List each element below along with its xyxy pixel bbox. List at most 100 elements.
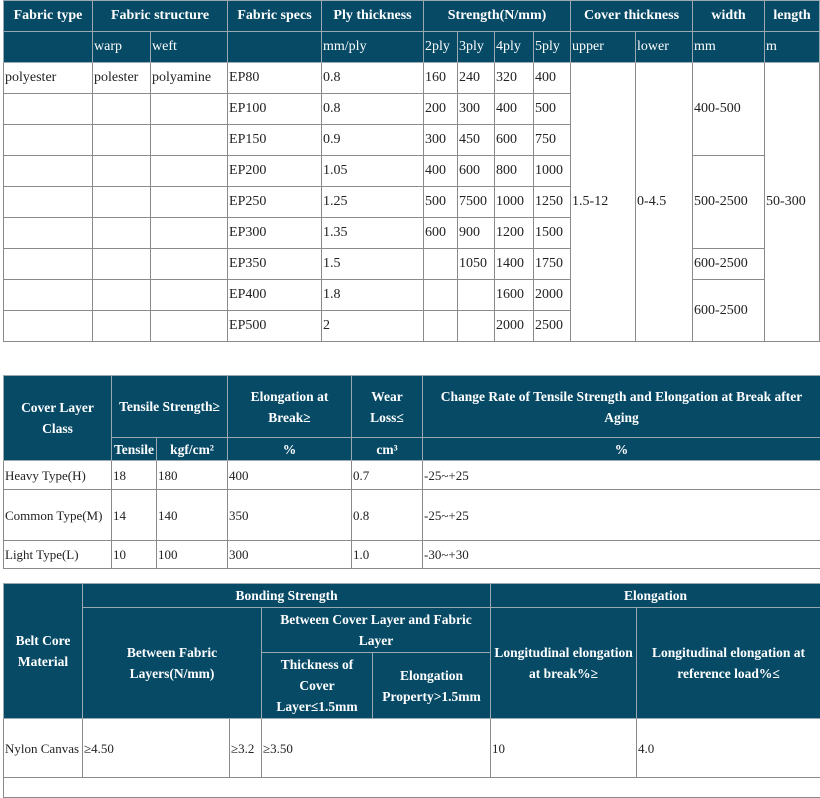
- class-cell: Heavy Type(H): [4, 461, 112, 490]
- subheader-m: m: [765, 32, 820, 63]
- empty-cell: [4, 778, 820, 798]
- strength-cell: 400: [495, 94, 534, 125]
- subheader-percent: %: [228, 438, 352, 461]
- header-tensile-strength: Tensile Strength≥: [112, 376, 228, 438]
- weft-cell: [151, 187, 228, 218]
- fabric-type-cell: [4, 125, 93, 156]
- ply-thickness-cell: 1.25: [322, 187, 424, 218]
- table-row: Nylon Canvas≥4.50≥3.2≥3.50104.0: [4, 719, 820, 778]
- width-cell: 600-2500: [693, 249, 765, 280]
- strength-cell: 800: [495, 156, 534, 187]
- bonding-strength-table: Belt Core Material Bonding Strength Elon…: [3, 583, 820, 798]
- subheader-empty: [228, 32, 322, 63]
- strength-cell: 240: [458, 63, 495, 94]
- strength-cell: 1000: [495, 187, 534, 218]
- table-row: EP2001.054006008001000500-2500: [4, 156, 820, 187]
- tensile-cell: 10: [112, 541, 157, 569]
- fabric-spec-cell: EP500: [228, 311, 322, 342]
- tensile-cell: 18: [112, 461, 157, 490]
- header-fabric-structure: Fabric structure: [93, 1, 228, 32]
- strength-cell: 1600: [495, 280, 534, 311]
- header-ply-thickness: Ply thickness: [322, 1, 424, 32]
- reference-elongation-cell: 4.0: [637, 719, 820, 778]
- fabric-type-cell: [4, 187, 93, 218]
- strength-cell: 450: [458, 125, 495, 156]
- subheader-cm3: cm³: [352, 438, 423, 461]
- weft-cell: [151, 125, 228, 156]
- subheader-2ply: 2ply: [424, 32, 458, 63]
- fabric-spec-cell: EP400: [228, 280, 322, 311]
- strength-cell: [424, 280, 458, 311]
- fabric-type-cell: [4, 280, 93, 311]
- width-cell: 500-2500: [693, 156, 765, 249]
- strength-cell: 160: [424, 63, 458, 94]
- fabric-type-cell: [4, 249, 93, 280]
- strength-cell: 1200: [495, 218, 534, 249]
- kgf-cell: 100: [157, 541, 228, 569]
- header-elongation-property: Elongation Property>1.5mm: [373, 653, 491, 719]
- ply-thickness-cell: 1.35: [322, 218, 424, 249]
- strength-cell: 500: [534, 94, 571, 125]
- strength-cell: 320: [495, 63, 534, 94]
- header-elongation: Elongation: [491, 584, 820, 608]
- fabric-spec-cell: EP150: [228, 125, 322, 156]
- ply-thickness-cell: 2: [322, 311, 424, 342]
- header-strength: Strength(N/mm): [424, 1, 571, 32]
- strength-cell: 7500: [458, 187, 495, 218]
- subheader-mm-ply: mm/ply: [322, 32, 424, 63]
- between-fabric-cell-2: ≥3.2: [230, 719, 262, 778]
- header-width: width: [693, 1, 765, 32]
- wear-loss-cell: 1.0: [352, 541, 423, 569]
- strength-cell: 600: [424, 218, 458, 249]
- class-cell: Light Type(L): [4, 541, 112, 569]
- strength-cell: 300: [424, 125, 458, 156]
- cover-lower-cell: 0-4.5: [636, 63, 693, 342]
- warp-cell: [93, 156, 151, 187]
- fabric-type-cell: [4, 94, 93, 125]
- strength-cell: 500: [424, 187, 458, 218]
- table-row: EP4001.816002000600-2500: [4, 280, 820, 311]
- ply-thickness-cell: 0.9: [322, 125, 424, 156]
- header-longitudinal-reference: Longitudinal elongation at reference loa…: [637, 608, 820, 719]
- fabric-type-cell: [4, 218, 93, 249]
- subheader-lower: lower: [636, 32, 693, 63]
- strength-cell: 900: [458, 218, 495, 249]
- subheader-kgf: kgf/cm²: [157, 438, 228, 461]
- tensile-cell: 14: [112, 490, 157, 541]
- weft-cell: [151, 280, 228, 311]
- header-cover-thickness: Cover thickness: [571, 1, 693, 32]
- warp-cell: [93, 311, 151, 342]
- strength-cell: 1000: [534, 156, 571, 187]
- header-wear-loss: Wear Loss≤: [352, 376, 423, 438]
- break-elongation-cell: 10: [491, 719, 637, 778]
- length-cell: 50-300: [765, 63, 820, 342]
- wear-loss-cell: 0.8: [352, 490, 423, 541]
- subheader-3ply: 3ply: [458, 32, 495, 63]
- strength-cell: [424, 249, 458, 280]
- table-row: Light Type(L)101003001.0-30~+30: [4, 541, 820, 569]
- fabric-type-cell: [4, 156, 93, 187]
- cover-upper-cell: 1.5-12: [571, 63, 636, 342]
- ply-thickness-cell: 1.05: [322, 156, 424, 187]
- ply-thickness-cell: 0.8: [322, 63, 424, 94]
- strength-cell: 2000: [534, 280, 571, 311]
- warp-cell: [93, 280, 151, 311]
- table-row: polyesterpolesterpolyamineEP80 0.8160240…: [4, 63, 820, 94]
- fabric-type-cell: polyester: [4, 63, 93, 94]
- header-bonding-strength: Bonding Strength: [83, 584, 491, 608]
- kgf-cell: 140: [157, 490, 228, 541]
- table-row: EP3501.5105014001750600-2500: [4, 249, 820, 280]
- weft-cell: [151, 311, 228, 342]
- header-elongation-at-break: Elongation at Break≥: [228, 376, 352, 438]
- fabric-specs-table: Fabric type Fabric structure Fabric spec…: [3, 0, 820, 342]
- strength-cell: 2000: [495, 311, 534, 342]
- strength-cell: 200: [424, 94, 458, 125]
- ply-thickness-cell: 1.8: [322, 280, 424, 311]
- strength-cell: 400: [424, 156, 458, 187]
- fabric-spec-cell: EP80: [228, 63, 322, 94]
- fabric-spec-cell: EP200: [228, 156, 322, 187]
- header-between-cover-and-fabric: Between Cover Layer and Fabric Layer: [262, 608, 491, 653]
- strength-cell: 1050: [458, 249, 495, 280]
- table-row: [4, 778, 820, 798]
- kgf-cell: 180: [157, 461, 228, 490]
